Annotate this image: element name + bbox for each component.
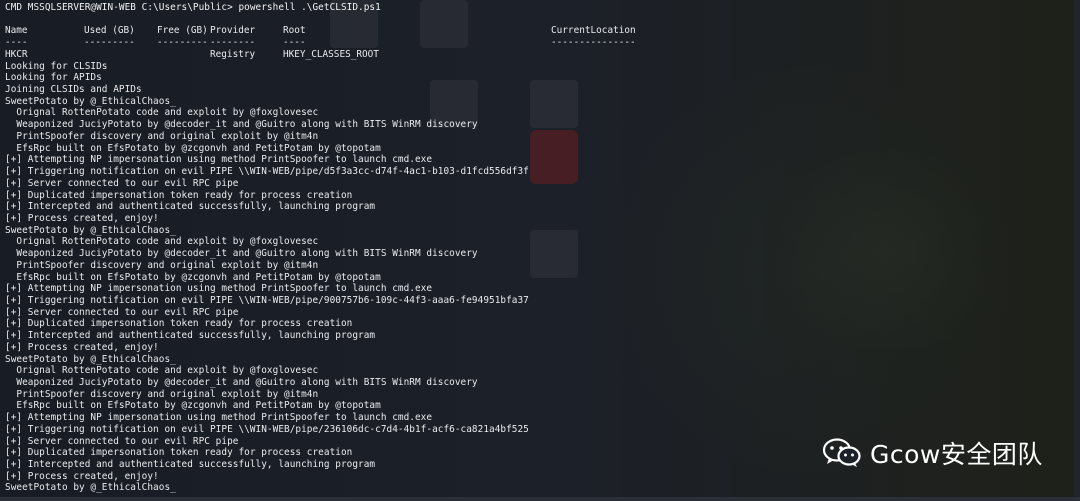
output-line: [+] Triggering notification on evil PIPE… xyxy=(5,423,529,435)
dash: --------------- xyxy=(551,37,636,49)
output-line: Orignal RottenPotato code and exploit by… xyxy=(5,365,319,377)
output-line: Weaponized JuciyPotato by @decoder_it an… xyxy=(5,119,478,131)
dash: -------- xyxy=(210,37,256,49)
output-line: Looking for CLSIDs xyxy=(5,60,108,72)
output-line: [+] Process created, enjoy! xyxy=(5,341,159,353)
wechat-icon xyxy=(822,438,861,467)
dash: ---- xyxy=(283,37,306,49)
output-line: [+] Process created, enjoy! xyxy=(5,470,159,482)
terminal-window[interactable]: CMD MSSQLSERVER@WIN-WEB C:\Users\Public>… xyxy=(0,0,1080,501)
output-line: [+] Intercepted and authenticated succes… xyxy=(5,330,376,342)
table-dashes: ---- --------- --------- -------- ---- -… xyxy=(5,37,1080,49)
col-name-header: Name xyxy=(5,25,28,37)
output-line: [+] Intercepted and authenticated succes… xyxy=(5,201,376,213)
output-line: [+] Duplicated impersonation token ready… xyxy=(5,318,353,330)
dash: --------- xyxy=(157,37,208,49)
watermark-text: Gcow安全团队 xyxy=(870,440,1043,469)
output-line: Joining CLSIDs and APIDs xyxy=(5,84,142,96)
output-line: PrintSpoofer discovery and original expl… xyxy=(5,259,319,271)
row-root: HKEY_CLASSES_ROOT xyxy=(283,48,379,60)
output-line: [+] Duplicated impersonation token ready… xyxy=(5,189,353,201)
output-line: SweetPotato by @_EthicalChaos_ xyxy=(5,353,176,365)
bottom-strip xyxy=(0,497,1080,501)
output-line: [+] Triggering notification on evil PIPE… xyxy=(5,166,529,178)
output-line: Orignal RottenPotato code and exploit by… xyxy=(5,236,319,248)
output-line: Orignal RottenPotato code and exploit by… xyxy=(5,107,319,119)
output-line: PrintSpoofer discovery and original expl… xyxy=(5,130,319,142)
output-line: SweetPotato by @_EthicalChaos_ xyxy=(5,95,176,107)
row-provider: Registry xyxy=(210,48,256,60)
output-line: [+] Attempting NP impersonation using me… xyxy=(5,283,433,295)
dash: ---- xyxy=(5,37,28,49)
terminal-output: CMD MSSQLSERVER@WIN-WEB C:\Users\Public>… xyxy=(5,2,1080,494)
col-used-header: Used (GB) xyxy=(84,25,135,37)
output-line: SweetPotato by @_EthicalChaos_ xyxy=(5,482,176,494)
dash: --------- xyxy=(84,37,135,49)
output-lines: Looking for CLSIDs Looking for APIDs Joini… xyxy=(5,61,1080,495)
table-row: HKCR Registry HKEY_CLASSES_ROOT xyxy=(5,49,1080,61)
col-provider-header: Provider xyxy=(210,25,256,37)
watermark: Gcow安全团队 xyxy=(822,435,1043,471)
col-root-header: Root xyxy=(283,25,306,37)
output-line: EfsRpc built on EfsPotato by @zcgonvh an… xyxy=(5,400,381,412)
output-line: [+] Triggering notification on evil PIPE… xyxy=(5,294,529,306)
col-location-header: CurrentLocation xyxy=(551,25,636,37)
output-line: SweetPotato by @_EthicalChaos_ xyxy=(5,224,176,236)
output-line: [+] Attempting NP impersonation using me… xyxy=(5,412,433,424)
row-name: HKCR xyxy=(5,48,28,60)
output-line: [+] Server connected to our evil RPC pip… xyxy=(5,306,239,318)
output-line: [+] Server connected to our evil RPC pip… xyxy=(5,177,239,189)
output-line: PrintSpoofer discovery and original expl… xyxy=(5,388,319,400)
output-line: EfsRpc built on EfsPotato by @zcgonvh an… xyxy=(5,142,381,154)
output-line: [+] Process created, enjoy! xyxy=(5,212,159,224)
col-free-header: Free (GB) xyxy=(157,25,208,37)
output-line: [+] Attempting NP impersonation using me… xyxy=(5,154,433,166)
output-line: Looking for APIDs xyxy=(5,72,102,84)
output-line: Weaponized JuciyPotato by @decoder_it an… xyxy=(5,248,478,260)
scrollbar[interactable] xyxy=(1074,0,1080,501)
command-prompt[interactable]: CMD MSSQLSERVER@WIN-WEB C:\Users\Public>… xyxy=(5,2,1080,14)
output-line: EfsRpc built on EfsPotato by @zcgonvh an… xyxy=(5,271,381,283)
table-header: Name Used (GB) Free (GB) Provider Root C… xyxy=(5,25,1080,37)
output-line: Weaponized JuciyPotato by @decoder_it an… xyxy=(5,377,478,388)
